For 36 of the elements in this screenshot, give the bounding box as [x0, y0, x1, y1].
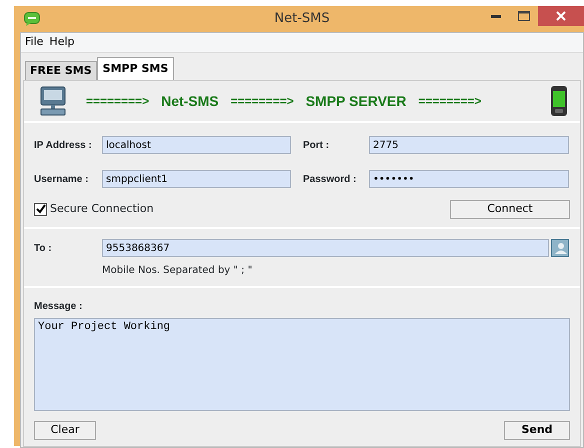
arrow-text: ========>: [86, 93, 150, 110]
field-label: IP Address :: [34, 138, 93, 152]
arrow-text: ========>: [418, 93, 482, 110]
secure-connection-checkbox[interactable]: [34, 202, 47, 216]
banner-label: Net-SMS: [161, 92, 219, 110]
banner-label: SMPP SERVER: [306, 92, 406, 110]
menu-item[interactable]: Help: [49, 34, 74, 50]
connect-button[interactable]: Connect: [450, 200, 570, 218]
maximize-icon: [518, 11, 530, 21]
hint-text: Mobile Nos. Separated by " ; ": [102, 264, 254, 278]
menu-item[interactable]: File: [25, 34, 44, 50]
window-title: Net-SMS: [274, 10, 330, 28]
tab[interactable]: FREE SMS: [25, 60, 97, 80]
send-button[interactable]: Send: [504, 420, 570, 440]
field-label: Password :: [303, 172, 358, 186]
computer-icon: [40, 86, 66, 116]
minimize-icon: [491, 14, 501, 18]
port-field[interactable]: 2775: [369, 136, 569, 154]
field-label: Username :: [34, 172, 90, 186]
username-field[interactable]: smppclient1: [102, 170, 291, 188]
mobile-phone-icon: [550, 85, 568, 117]
tab[interactable]: SMPP SMS: [96, 56, 174, 80]
ip-address-field[interactable]: localhost: [102, 136, 291, 154]
arrow-text: ========>: [230, 93, 294, 110]
field-label: To :: [34, 242, 53, 256]
recipient-field[interactable]: 9553868367: [102, 239, 549, 257]
sms-bubble-icon: [24, 12, 40, 26]
password-field[interactable]: •••••••: [369, 170, 569, 188]
close-icon: [556, 11, 566, 21]
message-field[interactable]: Your Project Working: [34, 318, 570, 411]
close-button[interactable]: [538, 6, 584, 26]
clear-button[interactable]: Clear: [34, 420, 96, 440]
contact-card-icon[interactable]: [551, 239, 569, 257]
field-label: Message :: [34, 300, 82, 314]
checkbox-label: Secure Connection: [50, 200, 154, 217]
field-label: Port :: [303, 138, 330, 152]
